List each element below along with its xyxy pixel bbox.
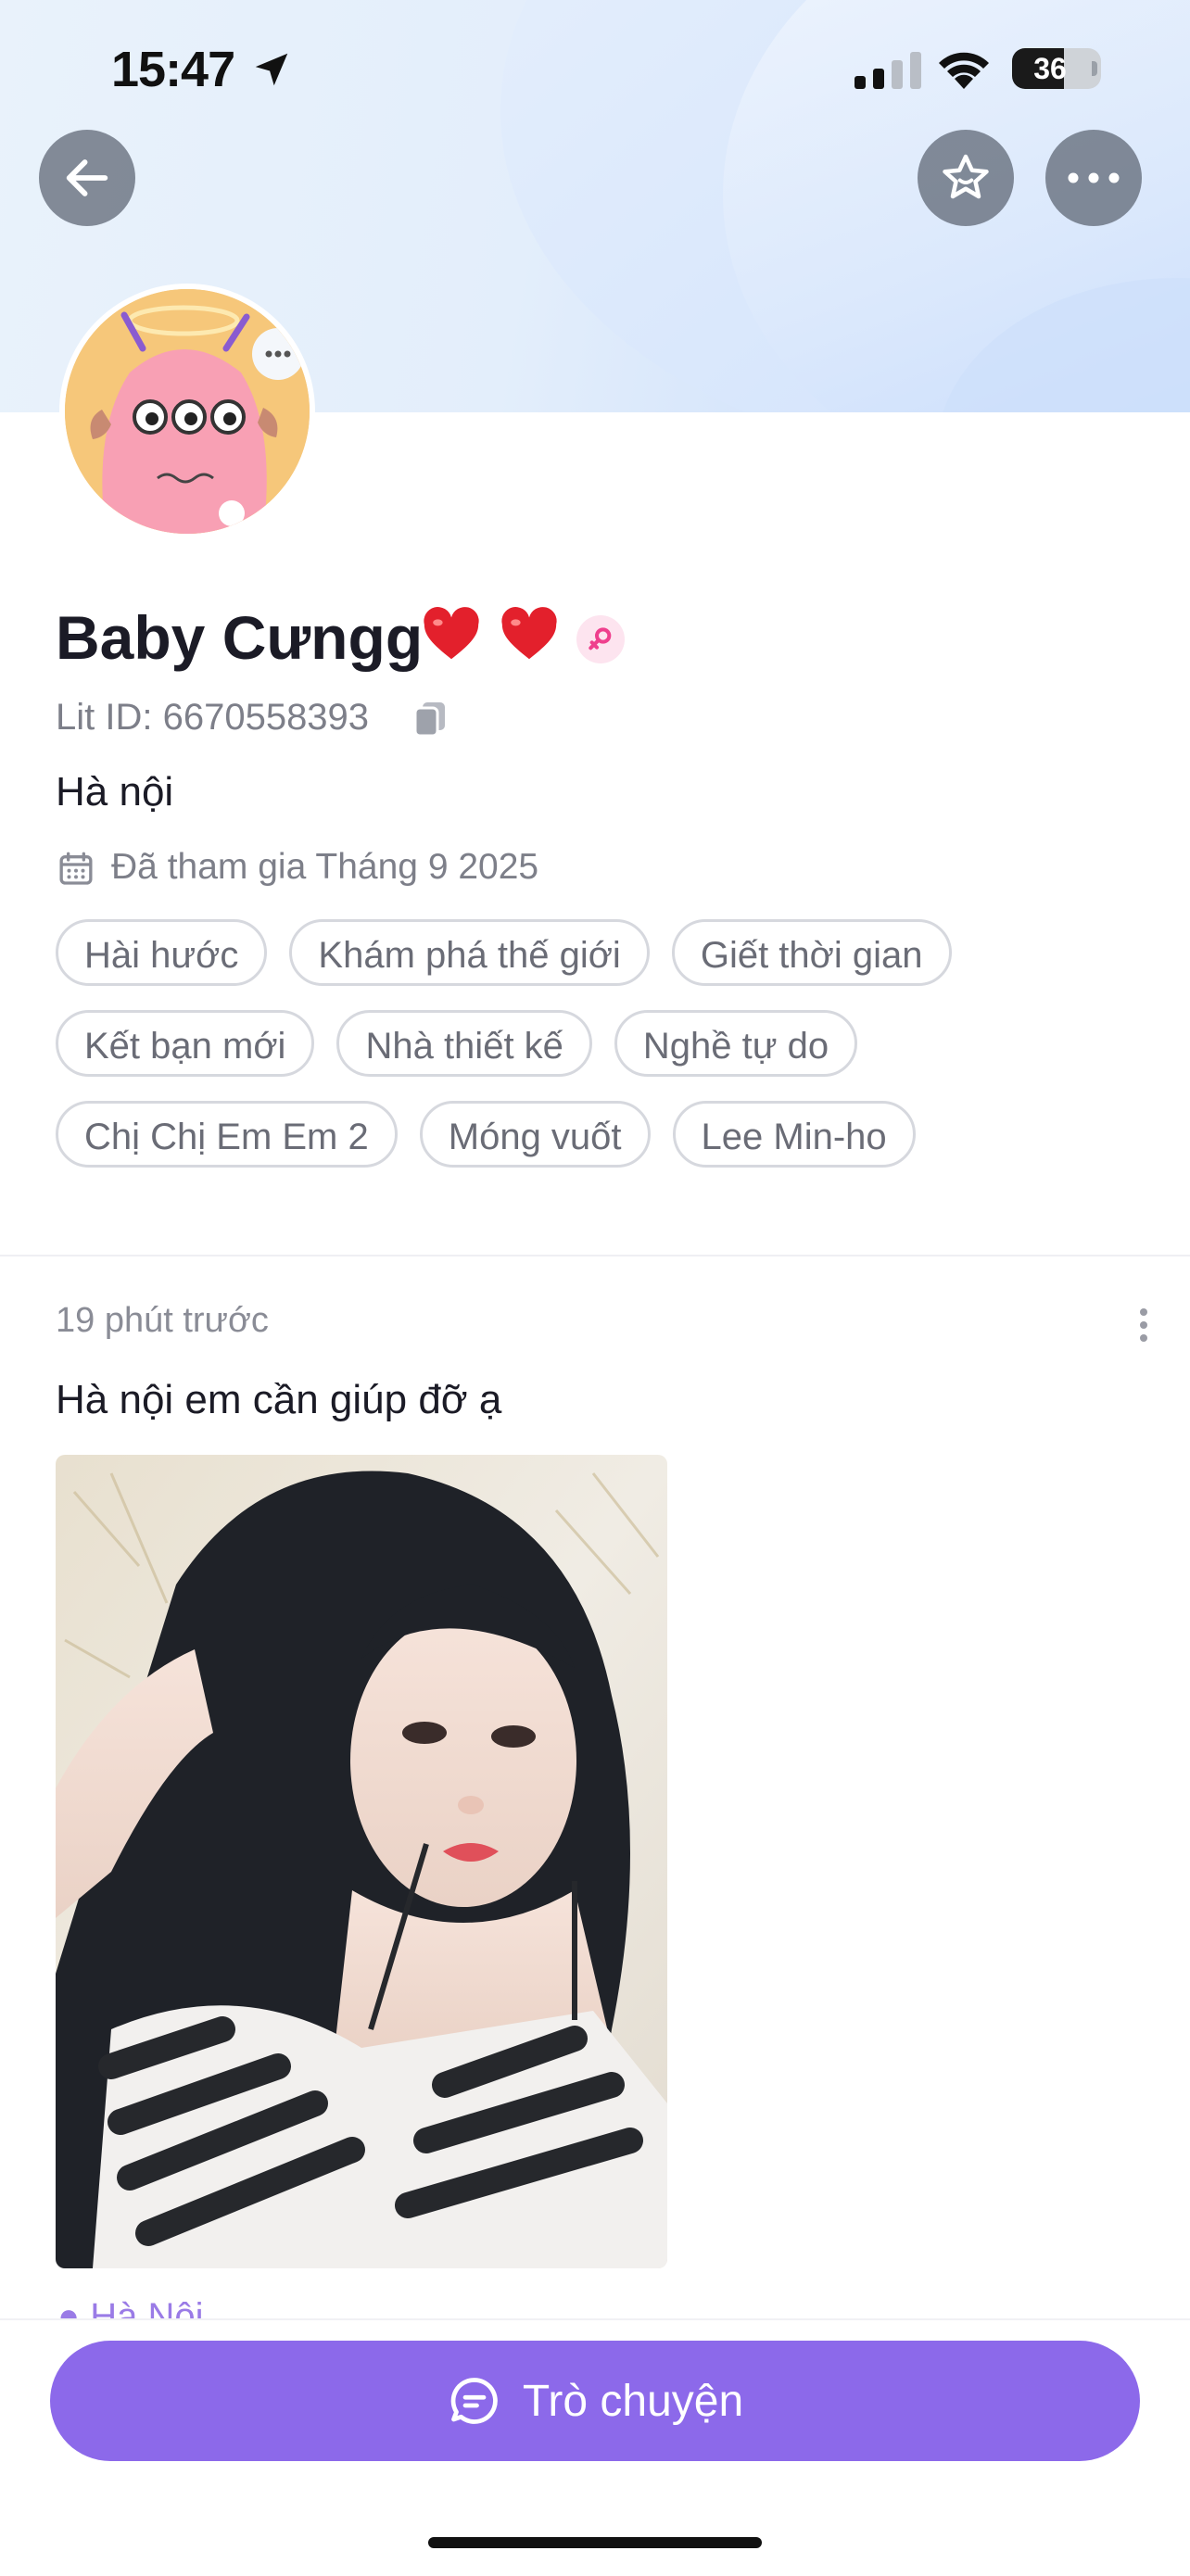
- favorite-button[interactable]: [918, 130, 1014, 226]
- interest-tag[interactable]: Chị Chị Em Em 2: [56, 1101, 398, 1168]
- tag-row: Chị Chị Em Em 2 Móng vuốt Lee Min-ho: [56, 1101, 1149, 1168]
- interest-tags: Hài hước Khám phá thế giới Giết thời gia…: [56, 919, 1149, 1192]
- status-bar: 15:47 36: [0, 0, 1190, 139]
- avatar[interactable]: [59, 284, 315, 539]
- post-photo[interactable]: [56, 1455, 667, 2268]
- post-text: Hà nội em cần giúp đỡ ạ: [56, 1377, 502, 1422]
- profile-city: Hà nội: [56, 769, 174, 814]
- tag-row: Kết bạn mới Nhà thiết kế Nghề tự do: [56, 1010, 1149, 1077]
- interest-tag[interactable]: Hài hước: [56, 919, 268, 986]
- location-arrow-icon: [255, 53, 288, 86]
- chat-button-label: Trò chuyện: [522, 2376, 744, 2426]
- interest-tag[interactable]: Móng vuốt: [419, 1101, 651, 1168]
- join-date: Đã tham gia Tháng 9 2025: [111, 847, 539, 887]
- battery-level: 36: [1033, 52, 1067, 85]
- back-button[interactable]: [39, 130, 135, 226]
- interest-tag[interactable]: Giết thời gian: [671, 919, 952, 986]
- gender-badge: [576, 615, 625, 663]
- cellular-signal-icon: [855, 52, 921, 89]
- wifi-icon: [939, 52, 989, 89]
- female-symbol-icon: [589, 627, 612, 650]
- interest-tag[interactable]: Lee Min-ho: [672, 1101, 916, 1168]
- profile-name-emoji: [419, 602, 562, 676]
- chat-bubble-icon: [450, 2378, 498, 2424]
- heart-icon: [424, 607, 479, 660]
- post-timestamp: 19 phút trước: [56, 1301, 269, 1340]
- section-divider: [0, 1255, 1190, 1256]
- calendar-icon: [59, 852, 93, 885]
- chat-button[interactable]: Trò chuyện: [50, 2341, 1140, 2461]
- star-icon: [943, 154, 989, 199]
- battery-icon: 36: [1012, 48, 1101, 89]
- copy-icon[interactable]: [413, 701, 447, 738]
- interest-tag[interactable]: Khám phá thế giới: [289, 919, 650, 986]
- interest-tag[interactable]: Kết bạn mới: [56, 1010, 315, 1077]
- more-vertical-icon[interactable]: [1127, 1305, 1160, 1345]
- profile-name: Baby Cưngg: [56, 603, 424, 672]
- tag-row: Hài hước Khám phá thế giới Giết thời gia…: [56, 919, 1149, 986]
- heart-icon: [501, 607, 557, 660]
- home-indicator: [428, 2537, 762, 2548]
- lit-id: Lit ID: 6670558393: [56, 697, 370, 738]
- interest-tag[interactable]: Nghề tự do: [614, 1010, 858, 1077]
- more-horizontal-icon: [1068, 172, 1120, 183]
- status-time: 15:47: [111, 42, 235, 97]
- interest-tag[interactable]: Nhà thiết kế: [336, 1010, 592, 1077]
- more-options-button[interactable]: [1045, 130, 1142, 226]
- back-arrow-icon: [66, 159, 108, 196]
